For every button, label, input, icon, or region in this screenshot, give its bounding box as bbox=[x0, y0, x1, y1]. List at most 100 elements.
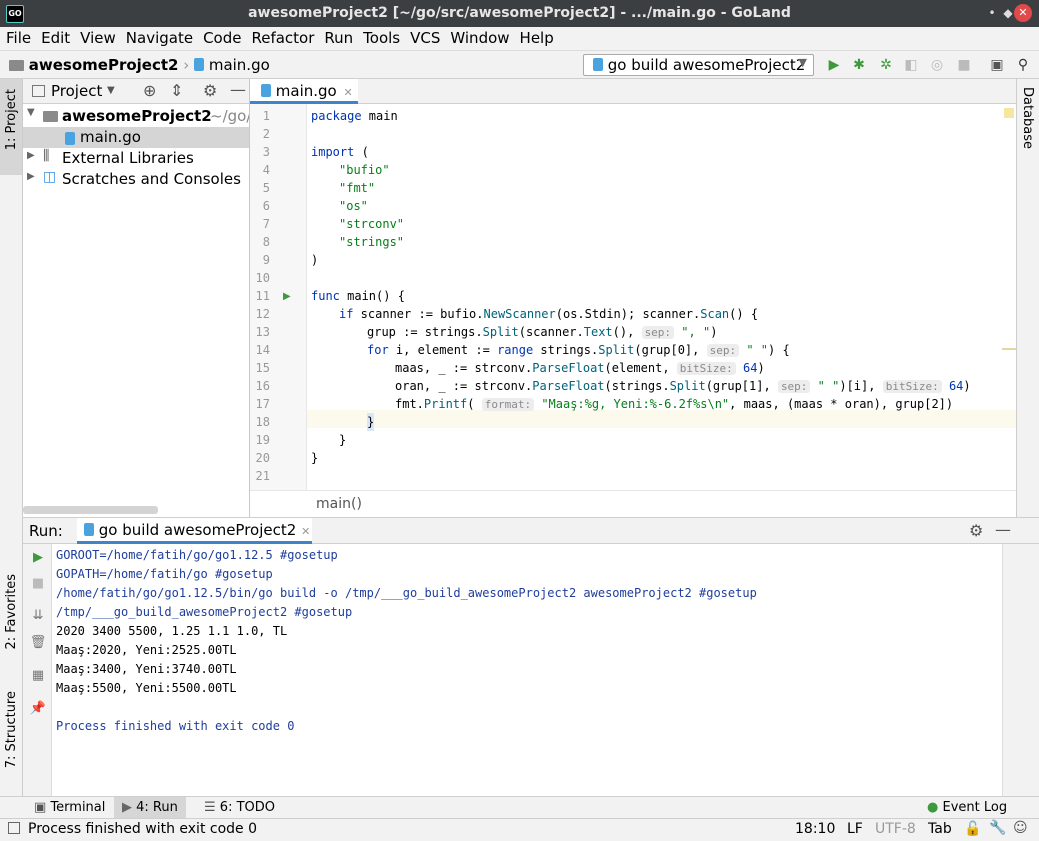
param-hint: bitSize: bbox=[676, 362, 736, 375]
project-tool-tab[interactable]: 1: Project bbox=[0, 79, 22, 175]
toggle-tool-windows-icon[interactable] bbox=[8, 822, 20, 834]
go-file-icon bbox=[194, 58, 205, 71]
database-tool-tab[interactable]: Database bbox=[1020, 87, 1035, 149]
line-number: 14 bbox=[255, 343, 270, 357]
structure-tool-tab[interactable]: 7: Structure bbox=[0, 687, 22, 787]
close-tab-icon[interactable]: ✕ bbox=[301, 525, 310, 538]
collapsed-arrow-icon[interactable]: ▶ bbox=[27, 171, 35, 182]
favorites-tool-tab[interactable]: 2: Favorites bbox=[0, 569, 22, 669]
scroll-to-end-icon[interactable]: ⇊ bbox=[29, 607, 47, 625]
console-line: GOROOT=/home/fatih/go/go1.12.5 #gosetup bbox=[56, 548, 338, 562]
close-window-button[interactable]: ✕ bbox=[1014, 4, 1032, 22]
indent-setting[interactable]: Tab bbox=[928, 821, 952, 837]
menu-help[interactable]: Help bbox=[514, 27, 558, 47]
horizontal-scrollbar[interactable] bbox=[23, 506, 158, 514]
gear-icon[interactable]: ⚙ bbox=[969, 521, 983, 540]
trash-icon[interactable]: 🗑 bbox=[29, 634, 47, 652]
debug-icon[interactable]: ✱ bbox=[850, 56, 868, 74]
line-number: 18 bbox=[255, 415, 270, 429]
inspector-icon[interactable]: ☺ bbox=[1013, 820, 1028, 836]
run-gutter-icon[interactable]: ▶ bbox=[283, 291, 291, 302]
tree-item-label: awesomeProject2 bbox=[62, 107, 212, 125]
chevron-down-icon[interactable]: ▼ bbox=[107, 85, 115, 96]
pin-icon[interactable]: 📌 bbox=[29, 700, 47, 718]
menu-bar: File Edit View Navigate Code Refactor Run Tools… bbox=[0, 27, 1039, 51]
layout-icon[interactable]: ▦ bbox=[29, 667, 47, 685]
terminal-tab[interactable]: ▣ Terminal bbox=[26, 797, 113, 818]
gear-icon[interactable]: ⚙ bbox=[203, 81, 217, 100]
console-line: Process finished with exit code 0 bbox=[56, 719, 295, 733]
breadcrumb-file[interactable]: main.go bbox=[209, 56, 270, 74]
stop-icon[interactable]: ■ bbox=[955, 56, 973, 74]
param-hint: format: bbox=[481, 398, 535, 411]
rerun-icon[interactable]: ▶ bbox=[29, 549, 47, 567]
cursor-position[interactable]: 18:10 bbox=[795, 821, 835, 837]
breadcrumb-project[interactable]: awesomeProject2 bbox=[29, 56, 179, 74]
collapsed-arrow-icon[interactable]: ▶ bbox=[27, 150, 35, 161]
hide-panel-icon[interactable]: — bbox=[230, 80, 246, 99]
console-output[interactable]: GOROOT=/home/fatih/go/go1.12.5 #gosetup … bbox=[52, 544, 1002, 796]
line-number: 3 bbox=[262, 145, 270, 159]
code-line: oran, _ := strconv.ParseFloat(strings.Sp… bbox=[395, 379, 971, 393]
menu-code[interactable]: Code bbox=[197, 27, 245, 47]
project-view-select[interactable]: Project bbox=[51, 82, 102, 100]
tree-item-label: External Libraries bbox=[62, 149, 194, 167]
console-line: 2020 3400 5500, 1.25 1.1 1.0, TL bbox=[56, 624, 288, 638]
coverage-icon[interactable]: ✲ bbox=[877, 56, 895, 74]
tree-item-awesomeProject2[interactable]: ▼ awesomeProject2 ~/go/ bbox=[23, 106, 249, 127]
profile-icon[interactable]: ◧ bbox=[902, 56, 920, 74]
code-line: func main() { bbox=[311, 289, 405, 303]
run-config-select[interactable]: go build awesomeProject2 ▼ bbox=[583, 54, 814, 76]
line-number: 10 bbox=[255, 271, 270, 285]
line-number: 5 bbox=[262, 181, 270, 195]
project-panel-header: Project ▼ ⊕ ⇕ ⚙ — bbox=[23, 79, 249, 104]
code-breadcrumb[interactable]: main() bbox=[250, 490, 1016, 517]
tree-item-external-libraries[interactable]: ▶ ⫼ External Libraries bbox=[23, 148, 249, 169]
attach-icon[interactable]: ◎ bbox=[928, 56, 946, 74]
menu-view[interactable]: View bbox=[74, 27, 120, 47]
console-line: GOPATH=/home/fatih/go #gosetup bbox=[56, 567, 273, 581]
left-tool-strip: 1: Project 2: Favorites 7: Structure bbox=[0, 79, 23, 796]
folder-icon bbox=[9, 60, 24, 71]
lock-icon[interactable]: 🔓 bbox=[964, 821, 981, 837]
stop-icon[interactable]: ■ bbox=[29, 575, 47, 593]
run-tool-tab[interactable]: ▶ 4: Run bbox=[114, 797, 186, 818]
locate-icon[interactable]: ⊕ bbox=[143, 81, 156, 100]
event-log-tab[interactable]: ● Event Log bbox=[919, 797, 1015, 818]
menu-vcs[interactable]: VCS bbox=[404, 27, 444, 47]
collapse-all-icon[interactable]: ⇕ bbox=[170, 81, 183, 100]
param-hint: sep: bbox=[777, 380, 811, 393]
code-line: if scanner := bufio.NewScanner(os.Stdin)… bbox=[339, 307, 759, 321]
console-scrollbar-area bbox=[1002, 544, 1039, 796]
inspection-marker[interactable] bbox=[1004, 108, 1014, 118]
menu-edit[interactable]: Edit bbox=[35, 27, 74, 47]
line-separator[interactable]: LF bbox=[847, 821, 863, 837]
code-line: for i, element := range strings.Split(gr… bbox=[367, 343, 790, 357]
terminal-window-icon[interactable]: ▣ bbox=[988, 56, 1006, 74]
menu-refactor[interactable]: Refactor bbox=[245, 27, 318, 47]
close-tab-icon[interactable]: ✕ bbox=[344, 86, 353, 99]
hide-panel-icon[interactable]: — bbox=[995, 520, 1011, 539]
menu-navigate[interactable]: Navigate bbox=[120, 27, 197, 47]
todo-tab[interactable]: ☰ 6: TODO bbox=[196, 797, 283, 818]
menu-file[interactable]: File bbox=[0, 27, 35, 47]
tab-main-go[interactable]: main.go ✕ bbox=[250, 79, 358, 104]
search-icon[interactable]: ⚲ bbox=[1014, 56, 1032, 74]
menu-window[interactable]: Window bbox=[444, 27, 513, 47]
run-tab[interactable]: go build awesomeProject2 ✕ bbox=[77, 518, 312, 544]
code-editor[interactable]: 1 2 3 4 5 6 7 8 9 10 11 12 13 14 15 16 1… bbox=[250, 104, 1016, 490]
line-number: 20 bbox=[255, 451, 270, 465]
code-line: maas, _ := strconv.ParseFloat(element, b… bbox=[395, 361, 765, 375]
tree-item-main-go[interactable]: main.go bbox=[23, 127, 249, 148]
code-line: } bbox=[311, 451, 319, 465]
run-icon[interactable]: ▶ bbox=[825, 56, 843, 74]
expanded-arrow-icon[interactable]: ▼ bbox=[27, 107, 35, 118]
menu-tools[interactable]: Tools bbox=[357, 27, 404, 47]
favorites-tool-label: 2: Favorites bbox=[4, 574, 19, 650]
title-bar: GO awesomeProject2 [~/go/src/awesomeProj… bbox=[0, 0, 1039, 27]
tree-item-scratches[interactable]: ▶ ◫ Scratches and Consoles bbox=[23, 169, 249, 190]
list-icon: ☰ bbox=[204, 800, 216, 815]
wrench-icon[interactable]: 🔧 bbox=[989, 820, 1006, 836]
menu-run[interactable]: Run bbox=[318, 27, 357, 47]
file-encoding[interactable]: UTF-8 bbox=[875, 821, 916, 837]
